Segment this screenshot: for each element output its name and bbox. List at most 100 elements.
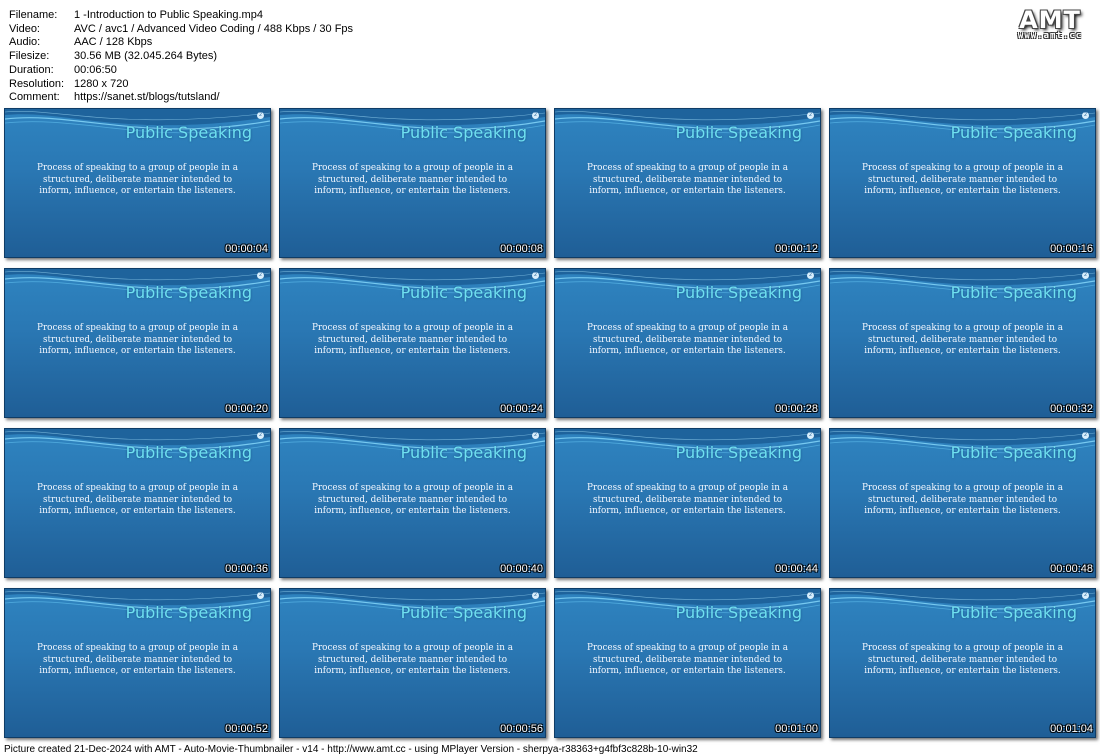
slide-body: Process of speaking to a group of people… bbox=[37, 483, 238, 517]
video-thumbnail[interactable]: 2 Public Speaking Process of speaking to a… bbox=[279, 588, 546, 738]
slide-title: Public Speaking bbox=[125, 443, 252, 462]
info-value: AVC / avc1 / Advanced Video Coding / 488… bbox=[74, 22, 354, 35]
amt-logo: AMT www.amt.cc bbox=[1010, 6, 1090, 41]
video-thumbnail[interactable]: 2 Public Speaking Process of speaking to a… bbox=[4, 588, 271, 738]
slide-number: 2 bbox=[532, 272, 539, 279]
slide-number: 2 bbox=[1082, 112, 1089, 119]
slide-title: Public Speaking bbox=[675, 443, 802, 462]
video-thumbnail[interactable]: 2 Public Speaking Process of speaking to a… bbox=[279, 428, 546, 578]
slide-body: Process of speaking to a group of people… bbox=[862, 483, 1063, 517]
info-key: Duration: bbox=[9, 63, 54, 76]
info-value: 30.56 MB (32.045.264 Bytes) bbox=[74, 50, 218, 63]
info-value: 1280 x 720 bbox=[74, 77, 129, 90]
thumbnail-timestamp: 00:01:00 bbox=[775, 723, 818, 735]
video-thumbnail[interactable]: 2 Public Speaking Process of speaking to a… bbox=[4, 108, 271, 258]
slide-title: Public Speaking bbox=[125, 603, 252, 622]
thumbnail-timestamp: 00:00:36 bbox=[225, 563, 268, 575]
video-thumbnail[interactable]: 2 Public Speaking Process of speaking to a… bbox=[554, 268, 821, 418]
info-key: Filesize: bbox=[9, 50, 50, 63]
footer-text: Picture created 21-Dec-2024 with AMT - A… bbox=[4, 744, 698, 755]
info-row: Filename: 1 -Introduction to Public Speak… bbox=[9, 9, 353, 23]
video-thumbnail[interactable]: 2 Public Speaking Process of speaking to a… bbox=[554, 588, 821, 738]
file-info-panel: Filename: 1 -Introduction to Public Speak… bbox=[9, 9, 353, 105]
slide-number: 2 bbox=[257, 272, 264, 279]
thumbnail-timestamp: 00:00:20 bbox=[225, 403, 268, 415]
slide-title: Public Speaking bbox=[400, 603, 527, 622]
video-thumbnail[interactable]: 2 Public Speaking Process of speaking to a… bbox=[4, 428, 271, 578]
slide-title: Public Speaking bbox=[950, 283, 1077, 302]
thumbnail-timestamp: 00:00:08 bbox=[500, 243, 543, 255]
video-thumbnail[interactable]: 2 Public Speaking Process of speaking to a… bbox=[829, 588, 1096, 738]
slide-number: 2 bbox=[1082, 592, 1089, 599]
slide-number: 2 bbox=[532, 432, 539, 439]
video-thumbnail[interactable]: 2 Public Speaking Process of speaking to a… bbox=[554, 428, 821, 578]
thumbnail-timestamp: 00:00:28 bbox=[775, 403, 818, 415]
slide-title: Public Speaking bbox=[400, 283, 527, 302]
slide-title: Public Speaking bbox=[125, 123, 252, 142]
slide-number: 2 bbox=[257, 432, 264, 439]
slide-body: Process of speaking to a group of people… bbox=[862, 323, 1063, 357]
slide-number: 2 bbox=[807, 272, 814, 279]
slide-number: 2 bbox=[807, 112, 814, 119]
slide-number: 2 bbox=[1082, 432, 1089, 439]
thumbnail-timestamp: 00:00:56 bbox=[500, 723, 543, 735]
thumbnail-timestamp: 00:00:40 bbox=[500, 563, 543, 575]
slide-body: Process of speaking to a group of people… bbox=[37, 163, 238, 197]
info-value: https://sanet.st/blogs/tutsland/ bbox=[74, 91, 220, 104]
slide-title: Public Speaking bbox=[675, 283, 802, 302]
thumbnail-timestamp: 00:00:04 bbox=[225, 243, 268, 255]
video-thumbnail[interactable]: 2 Public Speaking Process of speaking to a… bbox=[279, 108, 546, 258]
thumbnail-grid: 2 Public Speaking Process of speaking to a… bbox=[4, 108, 1096, 738]
info-key: Comment: bbox=[9, 91, 60, 104]
slide-title: Public Speaking bbox=[400, 443, 527, 462]
slide-number: 2 bbox=[1082, 272, 1089, 279]
slide-title: Public Speaking bbox=[125, 283, 252, 302]
thumbnail-timestamp: 00:01:04 bbox=[1050, 723, 1093, 735]
video-thumbnail[interactable]: 2 Public Speaking Process of speaking to a… bbox=[829, 428, 1096, 578]
logo-url: www.amt.cc bbox=[1017, 31, 1083, 41]
video-thumbnail[interactable]: 2 Public Speaking Process of speaking to a… bbox=[829, 268, 1096, 418]
slide-title: Public Speaking bbox=[400, 123, 527, 142]
slide-title: Public Speaking bbox=[950, 123, 1077, 142]
info-row: Resolution: 1280 x 720 bbox=[9, 78, 353, 92]
slide-number: 2 bbox=[257, 592, 264, 599]
info-value: 1 -Introduction to Public Speaking.mp4 bbox=[74, 9, 263, 21]
slide-body: Process of speaking to a group of people… bbox=[587, 643, 788, 677]
slide-body: Process of speaking to a group of people… bbox=[587, 483, 788, 517]
info-key: Audio: bbox=[9, 36, 41, 49]
info-row: Duration: 00:06:50 bbox=[9, 64, 353, 78]
video-thumbnail[interactable]: 2 Public Speaking Process of speaking to a… bbox=[829, 108, 1096, 258]
info-row: Video: AVC / avc1 / Advanced Video Coding… bbox=[9, 23, 353, 37]
thumbnail-timestamp: 00:00:48 bbox=[1050, 563, 1093, 575]
slide-number: 2 bbox=[532, 112, 539, 119]
slide-title: Public Speaking bbox=[950, 443, 1077, 462]
slide-body: Process of speaking to a group of people… bbox=[312, 643, 513, 677]
info-value: 00:06:50 bbox=[74, 63, 117, 76]
video-thumbnail[interactable]: 2 Public Speaking Process of speaking to a… bbox=[4, 268, 271, 418]
slide-number: 2 bbox=[807, 592, 814, 599]
slide-body: Process of speaking to a group of people… bbox=[37, 323, 238, 357]
info-value: AAC / 128 Kbps bbox=[74, 36, 153, 49]
logo-text: AMT bbox=[1019, 6, 1081, 34]
info-key: Resolution: bbox=[9, 77, 65, 90]
info-row: Filesize: 30.56 MB (32.045.264 Bytes) bbox=[9, 50, 353, 64]
slide-number: 2 bbox=[532, 592, 539, 599]
slide-body: Process of speaking to a group of people… bbox=[37, 643, 238, 677]
thumbnail-timestamp: 00:00:12 bbox=[775, 243, 818, 255]
slide-body: Process of speaking to a group of people… bbox=[862, 643, 1063, 677]
slide-body: Process of speaking to a group of people… bbox=[312, 163, 513, 197]
info-row: Comment: https://sanet.st/blogs/tutsland/ bbox=[9, 91, 353, 105]
info-row: Audio: AAC / 128 Kbps bbox=[9, 36, 353, 50]
info-key: Video: bbox=[9, 22, 40, 35]
thumbnail-timestamp: 00:00:32 bbox=[1050, 403, 1093, 415]
slide-number: 2 bbox=[257, 112, 264, 119]
slide-body: Process of speaking to a group of people… bbox=[312, 323, 513, 357]
info-key: Filename: bbox=[9, 9, 58, 21]
video-thumbnail[interactable]: 2 Public Speaking Process of speaking to a… bbox=[279, 268, 546, 418]
video-thumbnail[interactable]: 2 Public Speaking Process of speaking to a… bbox=[554, 108, 821, 258]
slide-body: Process of speaking to a group of people… bbox=[312, 483, 513, 517]
slide-body: Process of speaking to a group of people… bbox=[587, 163, 788, 197]
slide-title: Public Speaking bbox=[675, 603, 802, 622]
thumbnail-timestamp: 00:00:16 bbox=[1050, 243, 1093, 255]
slide-title: Public Speaking bbox=[675, 123, 802, 142]
